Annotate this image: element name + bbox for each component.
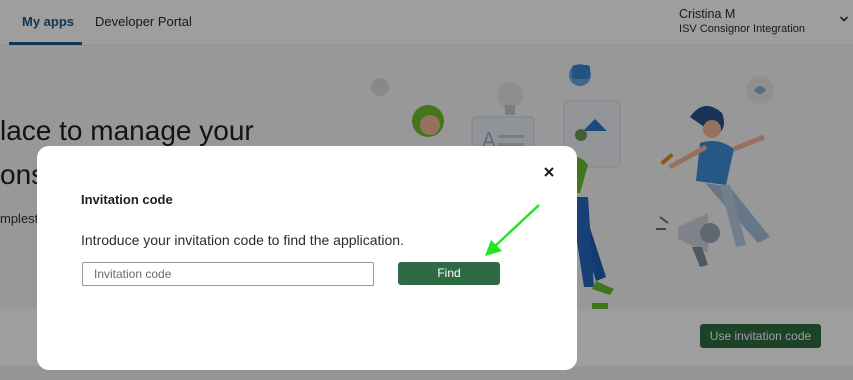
page: My apps Developer Portal Cristina M ISV … — [0, 0, 853, 380]
find-button[interactable]: Find — [398, 262, 500, 285]
close-icon[interactable] — [541, 164, 557, 180]
dialog-title: Invitation code — [81, 192, 173, 207]
invitation-code-input[interactable] — [82, 262, 374, 286]
dialog-description: Introduce your invitation code to find t… — [81, 232, 404, 248]
invitation-code-dialog: Invitation code Introduce your invitatio… — [37, 146, 577, 370]
